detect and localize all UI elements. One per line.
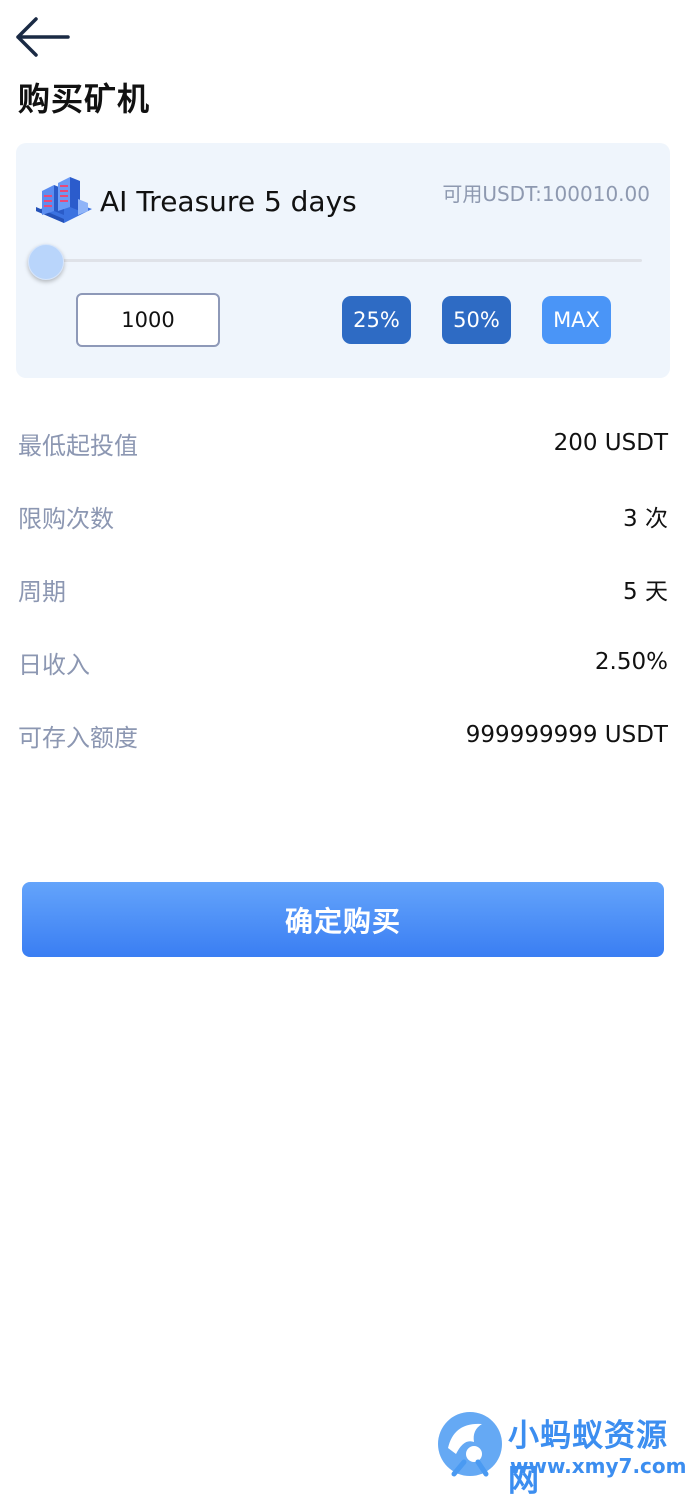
amount-slider-track[interactable]: [38, 259, 642, 262]
watermark-url: www.xmy7.com: [510, 1454, 687, 1478]
detail-value: 2.50%: [594, 649, 668, 675]
detail-value: 3 次: [623, 506, 668, 532]
amount-input[interactable]: [76, 293, 220, 347]
amount-slider-handle[interactable]: [28, 244, 64, 280]
max-button[interactable]: MAX: [542, 296, 611, 344]
watermark: 小蚂蚁资源网 www.xmy7.com: [434, 1406, 687, 1499]
available-balance: 可用USDT:100010.00: [442, 182, 650, 206]
ant-logo-icon: [438, 1412, 502, 1477]
detail-row-daily-income: 日收入 2.50%: [18, 642, 668, 682]
product-card: AI Treasure 5 days 可用USDT:100010.00 25% …: [16, 143, 670, 378]
detail-row-deposit-limit: 可存入额度 999999999 USDT: [18, 715, 668, 755]
back-button[interactable]: [14, 14, 72, 60]
confirm-purchase-button[interactable]: 确定购买: [22, 882, 664, 957]
detail-label: 限购次数: [18, 504, 114, 533]
50-percent-button[interactable]: 50%: [442, 296, 511, 344]
product-name: AI Treasure 5 days: [100, 185, 357, 218]
detail-label: 周期: [18, 577, 66, 606]
arrow-left-icon: [16, 17, 70, 57]
detail-value: 5 天: [623, 579, 668, 605]
detail-value: 999999999 USDT: [465, 722, 668, 748]
detail-row-purchase-limit: 限购次数 3 次: [18, 496, 668, 536]
page-title: 购买矿机: [18, 80, 151, 118]
25-percent-button[interactable]: 25%: [342, 296, 411, 344]
server-rack-icon: [36, 177, 92, 223]
detail-value: 200 USDT: [553, 430, 668, 456]
detail-label: 日收入: [18, 650, 90, 679]
detail-row-cycle: 周期 5 天: [18, 569, 668, 609]
detail-label: 可存入额度: [18, 723, 138, 752]
detail-label: 最低起投值: [18, 431, 138, 460]
detail-row-min-investment: 最低起投值 200 USDT: [18, 423, 668, 463]
